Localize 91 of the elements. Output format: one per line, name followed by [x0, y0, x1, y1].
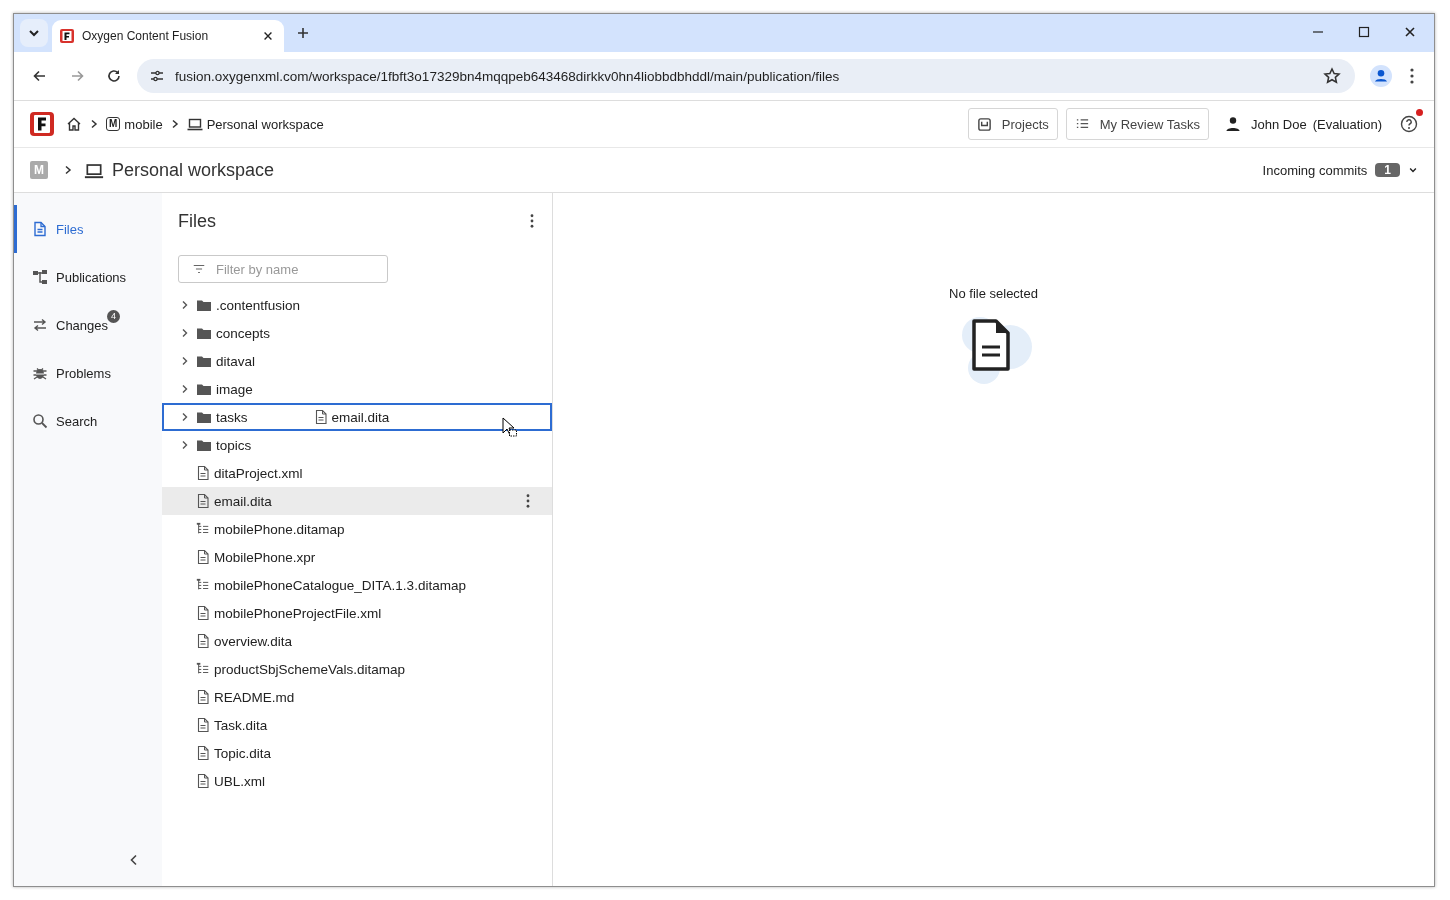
caret-icon [1408, 165, 1418, 175]
url-text: fusion.oxygenxml.com/workspace/1fbft3o17329bn4mqqpeb643468dirkkv0hn4liobbdbhddl/main/publication/files [175, 68, 840, 84]
bug-icon [32, 365, 48, 381]
incoming-commits-button[interactable]: Incoming commits 1 [1262, 162, 1418, 178]
user-menu[interactable]: John Doe (Evaluation) [1224, 116, 1382, 132]
file-icon [196, 773, 210, 789]
expand-icon[interactable] [180, 300, 188, 310]
projects-icon [976, 116, 992, 132]
filter-field[interactable]: Filter by name [178, 255, 388, 283]
expand-icon[interactable] [180, 384, 188, 394]
more-icon[interactable] [530, 214, 534, 228]
tree-row[interactable]: topics [162, 431, 552, 459]
filter-icon [192, 262, 206, 276]
empty-message: No file selected [949, 286, 1038, 301]
sidebar-item[interactable]: Publications [14, 253, 162, 301]
project-badge: M [30, 161, 48, 179]
tree-row[interactable]: overview.dita [162, 627, 552, 655]
tree-row[interactable]: email.dita [162, 487, 552, 515]
tree-row[interactable]: MobilePhone.xpr [162, 543, 552, 571]
help-icon[interactable] [1400, 115, 1418, 133]
back-icon[interactable] [32, 68, 48, 84]
panel-title: Files [178, 210, 216, 232]
star-icon[interactable] [1323, 67, 1341, 85]
app-logo-icon [60, 29, 74, 43]
project-badge: M [106, 117, 121, 131]
file-icon [196, 633, 210, 649]
tree-row[interactable]: ditaProject.xml [162, 459, 552, 487]
file-icon [196, 549, 210, 565]
menu-icon[interactable] [1410, 68, 1414, 84]
app-logo-icon[interactable] [30, 112, 54, 136]
expand-icon[interactable] [180, 440, 188, 450]
chevron-icon [64, 164, 72, 176]
tree-row[interactable]: mobilePhoneProjectFile.xml [162, 599, 552, 627]
cursor-icon [502, 417, 518, 437]
browser-tab[interactable]: Oxygen Content Fusion [52, 20, 284, 52]
tree-row[interactable]: mobilePhone.ditamap [162, 515, 552, 543]
file-icon [32, 221, 48, 237]
count-badge: 1 [1375, 163, 1400, 177]
expand-icon[interactable] [180, 356, 188, 366]
file-icon [196, 689, 210, 705]
tree-row[interactable]: concepts [162, 319, 552, 347]
tab-list-button[interactable] [20, 19, 48, 47]
chevron-icon [90, 119, 98, 129]
review-tasks-button[interactable]: My Review Tasks [1065, 108, 1209, 140]
laptop-icon [186, 117, 203, 131]
file-icon [196, 717, 210, 733]
laptop-icon [84, 161, 104, 179]
profile-icon[interactable] [1370, 65, 1392, 87]
sidebar-item[interactable]: Search [14, 397, 162, 445]
user-icon [1224, 116, 1241, 132]
tree-row[interactable]: image [162, 375, 552, 403]
drag-label: email.dita [331, 409, 390, 425]
projects-button[interactable]: Projects [967, 108, 1058, 140]
file-icon [196, 465, 210, 481]
tree-row[interactable]: Topic.dita [162, 739, 552, 767]
tree-row[interactable]: mobilePhoneCatalogue_DITA.1.3.ditamap [162, 571, 552, 599]
address-field[interactable]: fusion.oxygenxml.com/workspace/1fbft3o17329bn4mqqpeb643468dirkkv0hn4liobbdbhddl/main/publication/files [137, 59, 1355, 93]
file-icon [196, 493, 210, 509]
breadcrumb-link[interactable]: M mobile [106, 116, 163, 132]
swap-icon [32, 317, 48, 333]
close-icon[interactable] [1403, 25, 1417, 39]
site-settings-icon[interactable] [149, 68, 165, 84]
document-icon [971, 319, 1010, 371]
tree-row[interactable]: .contentfusion [162, 291, 552, 319]
tree-row[interactable]: productSbjSchemeVals.ditamap [162, 655, 552, 683]
sidebar-item[interactable]: Problems [14, 349, 162, 397]
hierarchy-icon [32, 269, 48, 285]
close-icon[interactable] [262, 30, 274, 42]
tree-row[interactable]: UBL.xml [162, 767, 552, 795]
tab-title: Oxygen Content Fusion [82, 29, 210, 43]
new-tab-icon[interactable] [296, 26, 310, 40]
tree-row[interactable]: Task.dita [162, 711, 552, 739]
file-icon [313, 409, 328, 425]
tree-row[interactable]: ditaval [162, 347, 552, 375]
collapse-icon[interactable] [129, 854, 139, 866]
maximize-icon[interactable] [1357, 25, 1371, 39]
expand-icon[interactable] [180, 412, 188, 422]
reload-icon[interactable] [106, 68, 122, 84]
sidebar-item[interactable]: Files [14, 205, 162, 253]
sidebar-item[interactable]: Changes 4 [14, 301, 162, 349]
file-icon [196, 605, 210, 621]
chevron-icon [170, 119, 179, 129]
count-badge: 4 [107, 310, 120, 323]
home-icon[interactable] [66, 116, 82, 132]
file-icon [196, 745, 210, 761]
workspace-title: Personal workspace [112, 159, 275, 181]
forward-icon[interactable] [69, 68, 85, 84]
tree-row[interactable]: README.md [162, 683, 552, 711]
more-icon[interactable] [526, 494, 530, 508]
search-icon [32, 413, 48, 429]
expand-icon[interactable] [180, 328, 188, 338]
